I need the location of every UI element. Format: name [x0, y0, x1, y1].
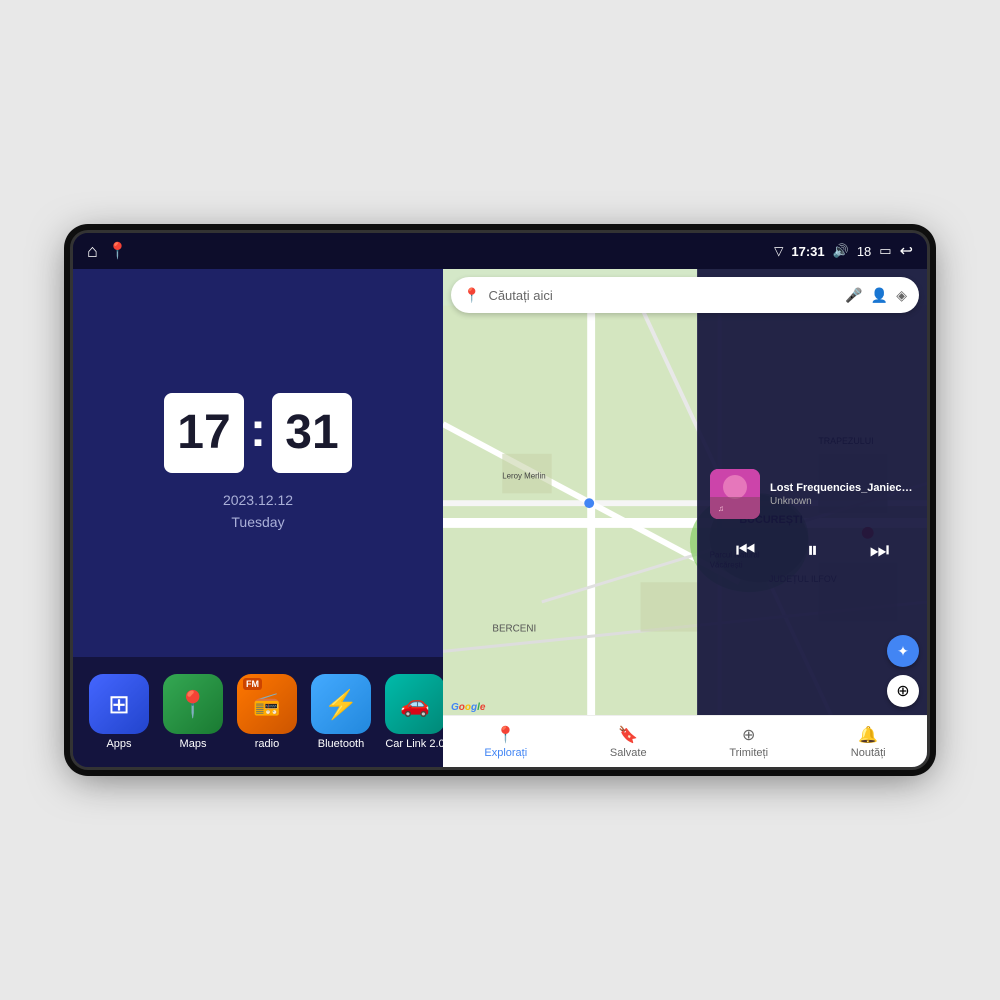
music-controls: ⏮ ⏸ ⏭ — [710, 533, 915, 567]
map-bottom-bar: 📍 Explorați 🔖 Salvate ⊕ Trimiteți 🔔 — [443, 715, 927, 767]
svg-text:Leroy Merlin: Leroy Merlin — [502, 471, 545, 480]
maps-icon-bg: 📍 — [163, 674, 223, 734]
left-panel: 17 : 31 2023.12.12 Tuesday ⊞ — [73, 269, 443, 767]
screen: ⌂ 📍 ▽ 17:31 🔊 18 ▭ ↩ 17 : 31 — [73, 233, 927, 767]
main-content: 17 : 31 2023.12.12 Tuesday ⊞ — [73, 269, 927, 767]
google-logo: Google — [451, 702, 485, 713]
volume-level: 18 — [857, 244, 871, 259]
album-art-svg: ♫ — [710, 469, 760, 519]
send-label: Trimiteți — [729, 747, 768, 759]
location-button[interactable]: ⊕ — [887, 675, 919, 707]
app-item-apps[interactable]: ⊞ Apps — [89, 674, 149, 750]
user-icon[interactable]: 👤 — [871, 287, 888, 304]
map-nav-news[interactable]: 🔔 Noutăți — [851, 725, 886, 759]
map-search-bar[interactable]: 📍 Căutați aici 🎤 👤 ◈ — [451, 277, 919, 313]
apps-icon-bg: ⊞ — [89, 674, 149, 734]
clock-widget: 17 : 31 2023.12.12 Tuesday — [73, 269, 443, 657]
apps-icon: ⊞ — [108, 689, 130, 720]
bluetooth-label: Bluetooth — [318, 738, 364, 750]
car-device: ⌂ 📍 ▽ 17:31 🔊 18 ▭ ↩ 17 : 31 — [70, 230, 930, 770]
carlink-label: Car Link 2.0 — [385, 738, 444, 750]
radio-label: radio — [255, 738, 279, 750]
compass-icon: ✦ — [897, 643, 909, 660]
clock-hours: 17 — [164, 393, 244, 473]
explore-label: Explorați — [484, 747, 527, 759]
clock-colon: : — [250, 403, 266, 458]
map-nav-send[interactable]: ⊕ Trimiteți — [729, 725, 768, 759]
maps-icon: 📍 — [177, 689, 209, 720]
time-display: 17:31 — [791, 244, 824, 259]
app-item-carlink[interactable]: 🚗 Car Link 2.0 — [385, 674, 445, 750]
news-label: Noutăți — [851, 747, 886, 759]
radio-icon: 📻 — [253, 691, 280, 717]
music-artist: Unknown — [770, 496, 915, 507]
maps-pin-icon[interactable]: 📍 — [108, 241, 128, 261]
radio-icon-bg: 📻 FM — [237, 674, 297, 734]
status-bar: ⌂ 📍 ▽ 17:31 🔊 18 ▭ ↩ — [73, 233, 927, 269]
clock-display: 17 : 31 — [164, 393, 352, 473]
explore-icon: 📍 — [496, 725, 516, 745]
saved-icon: 🔖 — [618, 725, 638, 745]
clock-day-value: Tuesday — [223, 511, 293, 533]
bluetooth-icon: ⚡ — [324, 688, 359, 721]
send-icon: ⊕ — [742, 725, 755, 745]
map-search-pin-icon: 📍 — [463, 287, 480, 304]
svg-text:BERCENI: BERCENI — [492, 624, 536, 635]
status-right-icons: ▽ 17:31 🔊 18 ▭ ↩ — [774, 241, 913, 261]
app-item-maps[interactable]: 📍 Maps — [163, 674, 223, 750]
music-info: ♫ Lost Frequencies_Janieck Devy-... Unkn… — [710, 469, 915, 519]
saved-label: Salvate — [610, 747, 647, 759]
maps-label: Maps — [180, 738, 207, 750]
home-icon[interactable]: ⌂ — [87, 241, 98, 262]
news-icon: 🔔 — [858, 725, 878, 745]
layers-icon[interactable]: ◈ — [896, 287, 907, 304]
map-search-placeholder[interactable]: Căutați aici — [488, 288, 837, 303]
signal-icon: ▽ — [774, 244, 783, 258]
clock-date: 2023.12.12 Tuesday — [223, 489, 293, 534]
app-icons-row: ⊞ Apps 📍 Maps 📻 — [89, 674, 445, 750]
apps-label: Apps — [106, 738, 131, 750]
volume-icon: 🔊 — [833, 243, 849, 259]
back-icon[interactable]: ↩ — [900, 241, 913, 261]
bluetooth-icon-bg: ⚡ — [311, 674, 371, 734]
clock-date-value: 2023.12.12 — [223, 489, 293, 511]
app-item-radio[interactable]: 📻 FM radio — [237, 674, 297, 750]
next-button[interactable]: ⏭ — [861, 533, 897, 567]
map-nav-saved[interactable]: 🔖 Salvate — [610, 725, 647, 759]
app-item-bluetooth[interactable]: ⚡ Bluetooth — [311, 674, 371, 750]
music-title: Lost Frequencies_Janieck Devy-... — [770, 482, 915, 494]
right-panel: BUCUREȘTI JUDEȚUL ILFOV TRAPEZULUI BERCE… — [443, 269, 927, 767]
mic-icon[interactable]: 🎤 — [845, 287, 862, 304]
carlink-icon-bg: 🚗 — [385, 674, 445, 734]
prev-button[interactable]: ⏮ — [728, 533, 764, 567]
location-icon: ⊕ — [896, 681, 909, 701]
music-text: Lost Frequencies_Janieck Devy-... Unknow… — [770, 482, 915, 507]
status-left-icons: ⌂ 📍 — [87, 241, 128, 262]
map-search-right-icons: 🎤 👤 ◈ — [845, 287, 907, 304]
svg-text:♫: ♫ — [718, 504, 724, 513]
app-dock: ⊞ Apps 📍 Maps 📻 — [73, 657, 443, 767]
music-thumbnail: ♫ — [710, 469, 760, 519]
map-nav-explore[interactable]: 📍 Explorați — [484, 725, 527, 759]
compass-button[interactable]: ✦ — [887, 635, 919, 667]
battery-icon: ▭ — [879, 243, 891, 259]
carlink-icon: 🚗 — [400, 690, 430, 719]
clock-minutes: 31 — [272, 393, 352, 473]
play-pause-button[interactable]: ⏸ — [799, 533, 826, 567]
